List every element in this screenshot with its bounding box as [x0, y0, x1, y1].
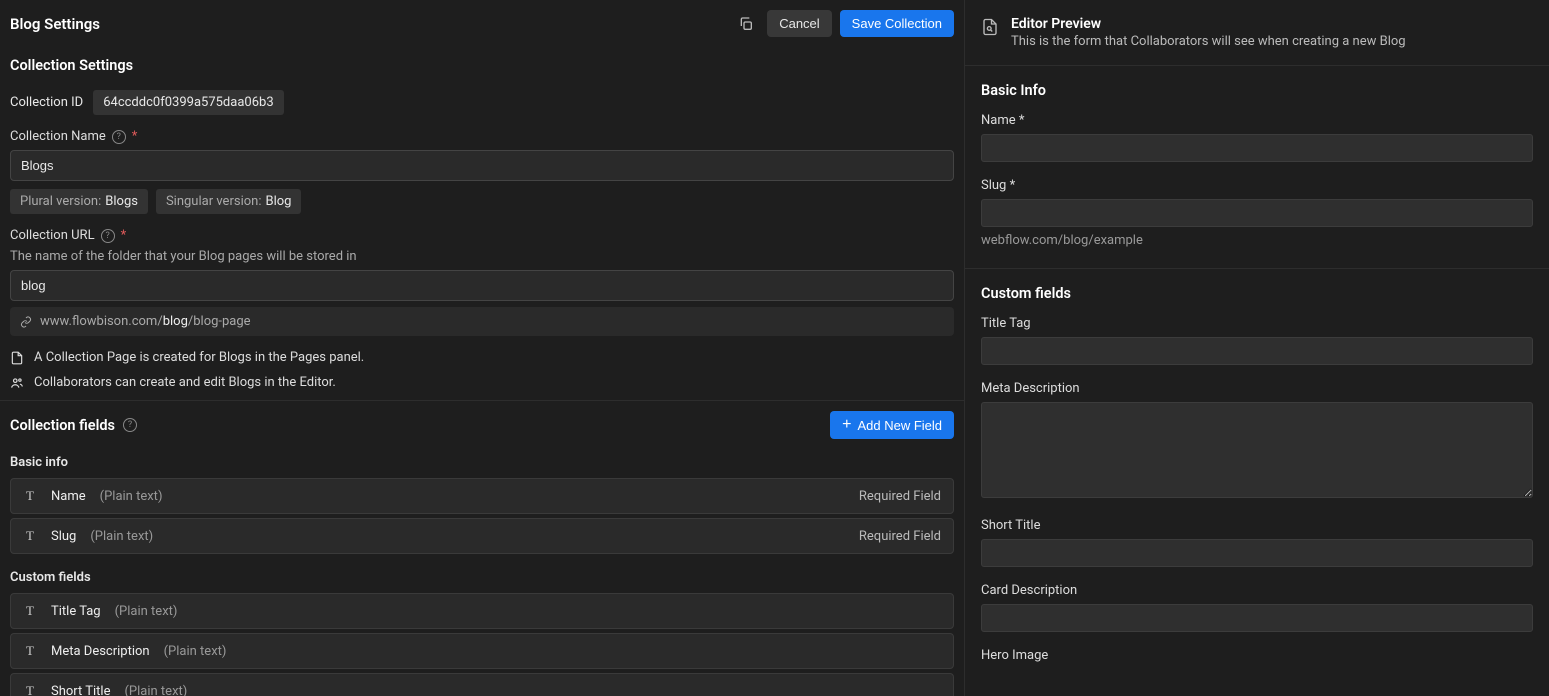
- singular-version-pill: Singular version:Blog: [156, 189, 302, 214]
- users-icon: [10, 376, 24, 390]
- collection-url-label: Collection URL: [10, 228, 95, 243]
- collection-name-label: Collection Name: [10, 129, 106, 144]
- required-indicator: *: [121, 228, 127, 243]
- help-icon[interactable]: ?: [101, 229, 115, 243]
- collection-url-input[interactable]: [10, 270, 954, 301]
- preview-basic-info-heading: Basic Info: [981, 82, 1533, 99]
- link-icon: [20, 316, 32, 328]
- page-icon: [10, 351, 24, 365]
- field-type: (Plain text): [100, 489, 163, 504]
- collection-id-label: Collection ID: [10, 95, 83, 110]
- preview-short-title-input[interactable]: [981, 539, 1533, 567]
- field-row[interactable]: T Title Tag (Plain text): [10, 593, 954, 629]
- text-type-icon: T: [23, 643, 37, 659]
- preview-hero-image-label: Hero Image: [981, 648, 1533, 663]
- collection-id-value: 64ccddc0f0399a575daa06b3: [93, 90, 283, 115]
- preview-title-tag-label: Title Tag: [981, 316, 1533, 331]
- field-row[interactable]: T Short Title (Plain text): [10, 673, 954, 696]
- preview-meta-description-input[interactable]: [981, 402, 1533, 498]
- preview-slug-input[interactable]: [981, 199, 1533, 227]
- required-indicator: *: [132, 129, 138, 144]
- collection-url-hint: The name of the folder that your Blog pa…: [10, 249, 954, 264]
- collection-name-input[interactable]: [10, 150, 954, 181]
- preview-name-label: Name *: [981, 113, 1533, 128]
- preview-short-title-label: Short Title: [981, 518, 1533, 533]
- preview-name-input[interactable]: [981, 134, 1533, 162]
- copy-icon[interactable]: [733, 11, 759, 37]
- preview-card-description-input[interactable]: [981, 604, 1533, 632]
- preview-custom-fields-heading: Custom fields: [981, 285, 1533, 302]
- preview-meta-description-label: Meta Description: [981, 381, 1533, 396]
- field-row[interactable]: T Slug (Plain text) Required Field: [10, 518, 954, 554]
- field-name: Name: [51, 489, 86, 504]
- field-name: Title Tag: [51, 604, 101, 619]
- editor-preview-subtitle: This is the form that Collaborators will…: [1011, 34, 1406, 49]
- info-collaborators: Collaborators can create and edit Blogs …: [10, 375, 954, 390]
- info-collection-page: A Collection Page is created for Blogs i…: [10, 350, 954, 365]
- field-name: Slug: [51, 529, 76, 544]
- help-icon[interactable]: ?: [123, 418, 137, 432]
- field-type: (Plain text): [124, 684, 187, 696]
- field-type: (Plain text): [115, 604, 178, 619]
- text-type-icon: T: [23, 488, 37, 504]
- url-preview: www.flowbison.com/blog/blog-page: [10, 307, 954, 336]
- preview-card-description-label: Card Description: [981, 583, 1533, 598]
- plural-version-pill: Plural version:Blogs: [10, 189, 148, 214]
- field-name: Short Title: [51, 684, 110, 696]
- page-title: Blog Settings: [10, 15, 725, 33]
- plus-icon: +: [842, 417, 851, 433]
- collection-fields-heading: Collection fields: [10, 417, 115, 434]
- field-row[interactable]: T Name (Plain text) Required Field: [10, 478, 954, 514]
- basic-info-subheader: Basic info: [10, 455, 954, 470]
- text-type-icon: T: [23, 528, 37, 544]
- help-icon[interactable]: ?: [112, 130, 126, 144]
- required-field-label: Required Field: [859, 489, 941, 504]
- preview-slug-hint: webflow.com/blog/example: [981, 233, 1533, 248]
- text-type-icon: T: [23, 603, 37, 619]
- preview-title-tag-input[interactable]: [981, 337, 1533, 365]
- add-new-field-button[interactable]: + Add New Field: [830, 411, 954, 439]
- field-row[interactable]: T Meta Description (Plain text): [10, 633, 954, 669]
- preview-slug-label: Slug *: [981, 178, 1533, 193]
- text-type-icon: T: [23, 683, 37, 696]
- editor-preview-title: Editor Preview: [1011, 16, 1406, 32]
- custom-fields-subheader: Custom fields: [10, 570, 954, 585]
- field-type: (Plain text): [164, 644, 227, 659]
- cancel-button[interactable]: Cancel: [767, 10, 831, 37]
- required-field-label: Required Field: [859, 529, 941, 544]
- collection-settings-heading: Collection Settings: [10, 57, 954, 74]
- save-collection-button[interactable]: Save Collection: [840, 10, 954, 37]
- form-preview-icon: [981, 18, 999, 36]
- field-name: Meta Description: [51, 644, 150, 659]
- field-type: (Plain text): [90, 529, 153, 544]
